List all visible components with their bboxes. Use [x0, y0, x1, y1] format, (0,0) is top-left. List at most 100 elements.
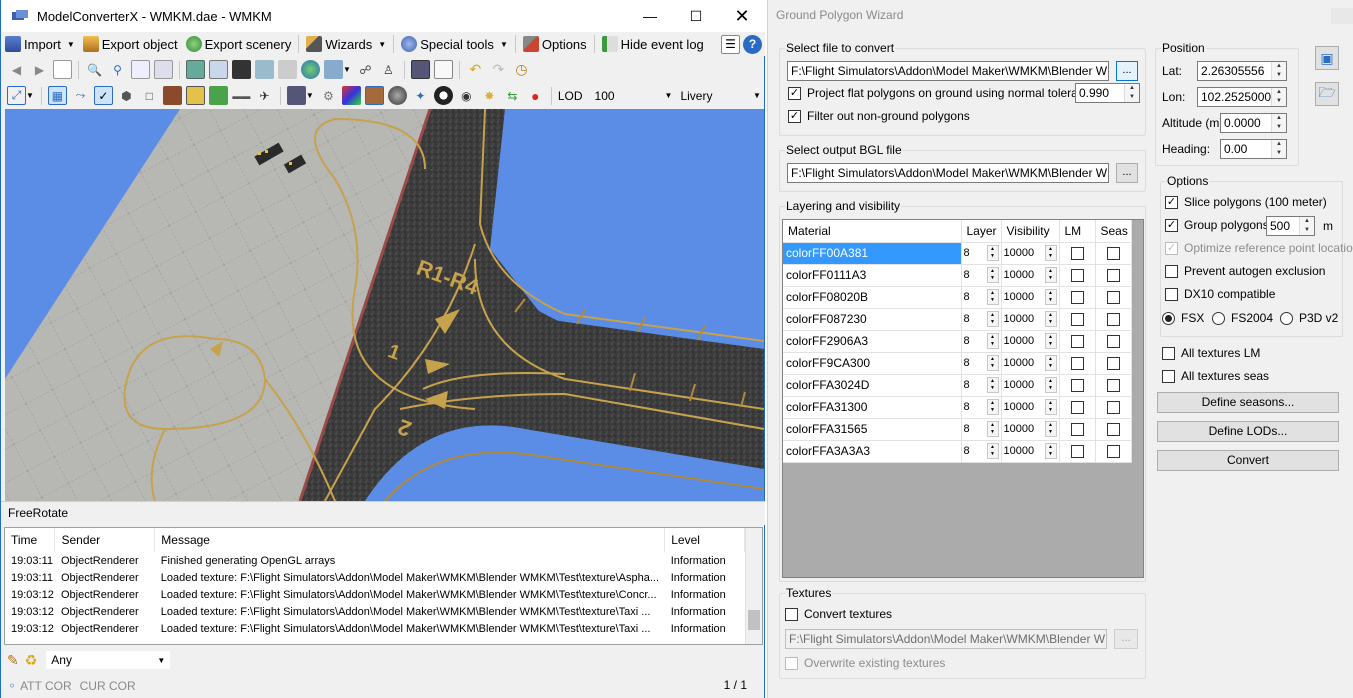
visibility-cell[interactable]: 10000 ▲ ▼ [1001, 374, 1060, 397]
seas-checkbox[interactable] [1106, 378, 1120, 392]
material-row[interactable]: colorFFA31565 8 ▲ ▼ 10000 ▲ ▼ [783, 418, 1132, 441]
seas-checkbox[interactable] [1106, 290, 1120, 304]
log-scroll-thumb[interactable] [748, 610, 760, 630]
lm-checkbox[interactable] [1070, 246, 1084, 260]
zoom-icon[interactable]: 🔍 [85, 60, 104, 79]
close-button[interactable]: ✕ [719, 0, 765, 32]
menu-export-object[interactable]: Export object [79, 33, 182, 55]
material-name-cell[interactable]: colorFF2906A3 [783, 330, 962, 353]
col-layer[interactable]: Layer [961, 220, 1002, 243]
material-row[interactable]: colorFF2906A3 8 ▲ ▼ 10000 ▲ ▼ [783, 330, 1132, 353]
spinner-arrows-icon[interactable]: ▲ ▼ [1271, 114, 1286, 132]
measure-icon[interactable]: ✓ [93, 86, 113, 105]
seas-cell[interactable] [1095, 330, 1132, 353]
fit-view-icon[interactable]: ⤢ [7, 86, 26, 105]
material-row[interactable]: colorFF08020B 8 ▲ ▼ 10000 ▲ ▼ [783, 286, 1132, 309]
heading-spinner[interactable]: 0.00 ▲ ▼ [1220, 139, 1287, 159]
seas-checkbox[interactable] [1106, 422, 1120, 436]
seas-checkbox[interactable] [1106, 400, 1120, 414]
spinner-arrows-icon[interactable]: ▲ ▼ [1044, 311, 1057, 327]
visibility-cell[interactable]: 10000 ▲ ▼ [1001, 440, 1060, 463]
seas-checkbox[interactable] [1106, 334, 1120, 348]
material-name-cell[interactable]: colorFF087230 [783, 308, 962, 331]
material-name-cell[interactable]: colorFF00A381 [783, 242, 962, 265]
layer-cell[interactable]: 8 ▲ ▼ [961, 418, 1002, 441]
lon-spinner[interactable]: 102.25250000 ▲ ▼ [1197, 87, 1287, 107]
wizard-close-button[interactable] [1331, 8, 1353, 24]
col-lm[interactable]: LM [1059, 220, 1096, 243]
material-name-cell[interactable]: colorFFA31300 [783, 396, 962, 419]
spinner-arrows-icon[interactable]: ▲ ▼ [1044, 355, 1057, 371]
lm-cell[interactable] [1059, 418, 1096, 441]
material-row[interactable]: colorFFA3A3A3 8 ▲ ▼ 10000 ▲ ▼ [783, 440, 1132, 463]
altitude-spinner[interactable]: 0.0000 ▲ ▼ [1220, 113, 1287, 133]
browse-textures-button[interactable]: ... [1114, 629, 1138, 649]
define-lods-button[interactable]: Define LODs... [1157, 421, 1339, 442]
group-polygons-checkbox[interactable]: ✓ Group polygons [1165, 218, 1269, 232]
log-scrollbar[interactable] [745, 528, 762, 644]
seas-cell[interactable] [1095, 286, 1132, 309]
bones-icon[interactable]: ◉ [457, 86, 476, 105]
col-seas[interactable]: Seas [1095, 220, 1132, 243]
redo-icon[interactable]: ↷ [489, 60, 508, 79]
seas-checkbox[interactable] [1106, 444, 1120, 458]
lm-checkbox[interactable] [1070, 334, 1084, 348]
chevron-down-icon[interactable]: ▼ [665, 91, 673, 100]
texture-output-path[interactable]: F:\Flight Simulators\Addon\Model Maker\W… [785, 629, 1107, 649]
layer-cell[interactable]: 8 ▲ ▼ [961, 264, 1002, 287]
radio-p3d[interactable]: P3D v2 [1280, 311, 1338, 325]
lod-select[interactable]: 100 [595, 89, 665, 103]
spinner-arrows-icon[interactable]: ▲ ▼ [1124, 84, 1139, 102]
tolerance-spinner[interactable]: 0.990 ▲ ▼ [1075, 83, 1140, 103]
clear-icon[interactable]: ♻ [25, 652, 38, 669]
log-row[interactable]: 19:03:11 ObjectRenderer Loaded texture: … [5, 569, 745, 586]
chevron-down-icon[interactable]: ▼ [753, 91, 761, 100]
material-name-cell[interactable]: colorFF08020B [783, 286, 962, 309]
menu-special-tools[interactable]: Special tools ▼ [397, 33, 512, 55]
lm-cell[interactable] [1059, 352, 1096, 375]
material-row[interactable]: colorFFA31300 8 ▲ ▼ 10000 ▲ ▼ [783, 396, 1132, 419]
seas-cell[interactable] [1095, 418, 1132, 441]
normals-icon[interactable]: ⤳ [71, 86, 90, 105]
layer-cell[interactable]: 8 ▲ ▼ [961, 440, 1002, 463]
globe-icon[interactable] [301, 60, 320, 79]
attach-icon[interactable]: ☍ [356, 60, 375, 79]
visibility-cell[interactable]: 10000 ▲ ▼ [1001, 352, 1060, 375]
texture-brick-icon[interactable] [162, 86, 182, 105]
convert-textures-checkbox[interactable]: Convert textures [785, 607, 892, 621]
clock-icon[interactable]: ◷ [512, 60, 531, 79]
spinner-arrows-icon[interactable]: ▲ ▼ [1044, 289, 1057, 305]
lm-cell[interactable] [1059, 308, 1096, 331]
browse-input-button[interactable]: ... [1116, 61, 1138, 81]
spinner-arrows-icon[interactable]: ▲ ▼ [986, 289, 999, 305]
material-row[interactable]: colorFF9CA300 8 ▲ ▼ 10000 ▲ ▼ [783, 352, 1132, 375]
log-row[interactable]: 19:03:12 ObjectRenderer Loaded texture: … [5, 603, 745, 620]
photo-icon[interactable] [255, 60, 274, 79]
spinner-arrows-icon[interactable]: ▲ ▼ [986, 267, 999, 283]
animation-icon[interactable] [232, 60, 251, 79]
spinner-arrows-icon[interactable]: ▲ ▼ [1044, 399, 1057, 415]
lm-cell[interactable] [1059, 330, 1096, 353]
spinner-arrows-icon[interactable]: ▲ ▼ [986, 311, 999, 327]
log-row[interactable]: 19:03:11 ObjectRenderer Finished generat… [5, 552, 745, 569]
layer-cell[interactable]: 8 ▲ ▼ [961, 352, 1002, 375]
back-arrow-icon[interactable]: ◀ [7, 60, 26, 79]
material-row[interactable]: colorFFA3024D 8 ▲ ▼ 10000 ▲ ▼ [783, 374, 1132, 397]
spinner-arrows-icon[interactable]: ▲ ▼ [1044, 267, 1057, 283]
browse-output-button[interactable]: ... [1116, 163, 1138, 183]
menu-wizards[interactable]: Wizards ▼ [302, 33, 390, 55]
wireframe-icon[interactable]: ⬢ [117, 86, 136, 105]
spinner-arrows-icon[interactable]: ▲ ▼ [986, 377, 999, 393]
light-icon[interactable]: ▬▬ [232, 86, 251, 105]
lat-spinner[interactable]: 2.26305556 ▲ ▼ [1197, 61, 1287, 81]
properties-icon[interactable] [131, 60, 150, 79]
seas-cell[interactable] [1095, 374, 1132, 397]
all-textures-lm-checkbox[interactable]: All textures LM [1162, 346, 1260, 360]
solid-icon[interactable] [185, 86, 205, 105]
menu-import[interactable]: Import ▼ [1, 33, 79, 55]
chevron-down-icon[interactable]: ▼ [306, 91, 314, 100]
log-col-sender[interactable]: Sender [54, 528, 156, 552]
visibility-cell[interactable]: 10000 ▲ ▼ [1001, 264, 1060, 287]
optimize-reference-checkbox[interactable]: ✓ Optimize reference point location [1165, 241, 1353, 255]
3d-viewport[interactable]: R1-R4 1 2 [5, 109, 764, 501]
